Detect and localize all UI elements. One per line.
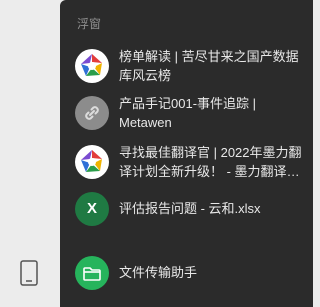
- list-item-translator[interactable]: 寻找最佳翻译官 | 2022年墨力翻译计划全新升级！ - 墨力翻译计划全新升级: [60, 142, 313, 182]
- panel-title: 浮窗: [77, 17, 102, 31]
- list-item-excel-report[interactable]: X 评估报告问题 - 云和.xlsx: [60, 189, 313, 229]
- list-item-product-notes[interactable]: 产品手记001-事件追踪 | Metawen: [60, 93, 313, 133]
- sidebar: [0, 0, 60, 307]
- phone-icon[interactable]: [19, 260, 39, 286]
- list-item-rank-reading[interactable]: 榜单解读 | 苦尽甘来之国产数据库风云榜: [60, 46, 313, 86]
- colorful-logo-icon: [75, 49, 109, 83]
- list-item-file-transfer[interactable]: 文件传输助手: [60, 253, 313, 293]
- list-item-label: 榜单解读 | 苦尽甘来之国产数据库风云榜: [119, 49, 299, 83]
- list-item-label: 产品手记001-事件追踪 | Metawen: [119, 96, 257, 130]
- excel-icon: X: [75, 192, 109, 226]
- colorful-logo-icon: [75, 145, 109, 179]
- list-item-label: 文件传输助手: [119, 265, 198, 280]
- folder-icon: [75, 256, 109, 290]
- list-item-label: 寻找最佳翻译官 | 2022年墨力翻译计划全新升级！ - 墨力翻译计划全新升级: [119, 145, 302, 179]
- floating-window-panel: 浮窗 榜单解读 | 苦尽甘来之国产数据库风云榜 产品手记001-事件追踪 | M…: [60, 0, 313, 307]
- list-item-label: 评估报告问题 - 云和.xlsx: [119, 201, 261, 216]
- link-icon: [75, 96, 109, 130]
